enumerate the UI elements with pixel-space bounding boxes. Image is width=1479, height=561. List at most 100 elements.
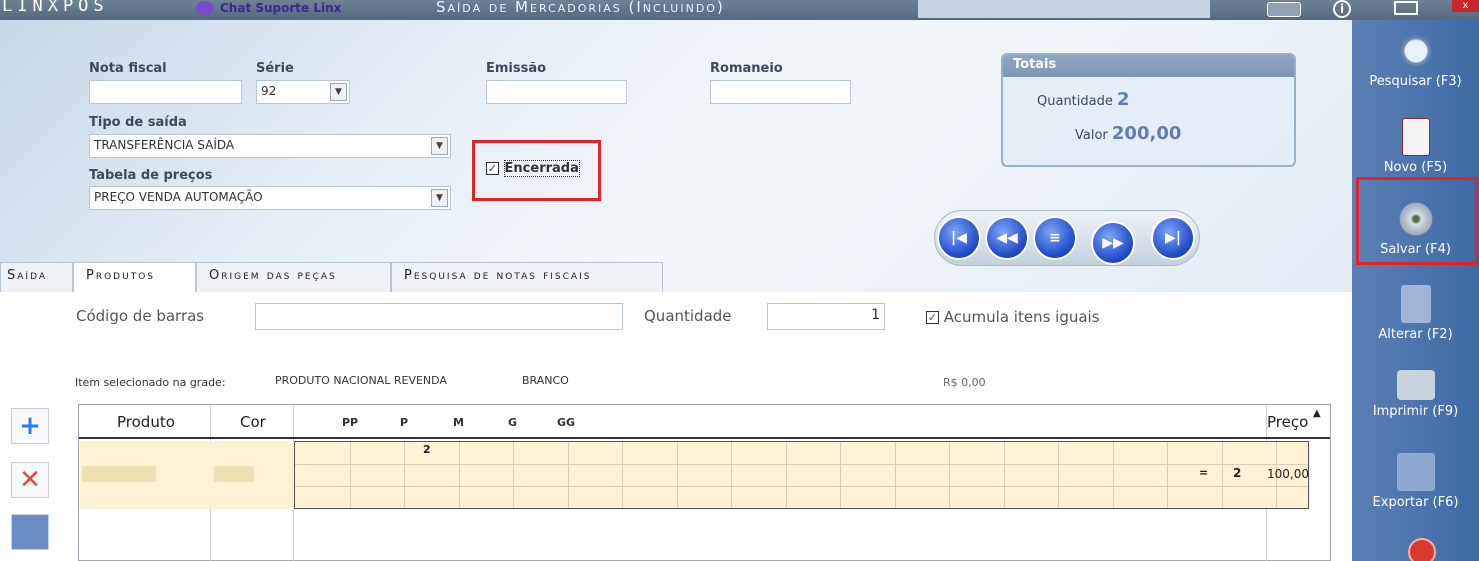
chat-bubble-icon bbox=[196, 1, 214, 15]
add-item-button[interactable]: + bbox=[11, 408, 49, 444]
codigo-barras-label: Código de barras bbox=[76, 307, 205, 325]
pesquisar-button[interactable]: Pesquisar (F3) bbox=[1352, 32, 1479, 89]
valor-label: Valor bbox=[1075, 128, 1108, 143]
size-grid-line bbox=[1003, 442, 1005, 508]
first-record-icon[interactable]: |◀ bbox=[937, 216, 981, 260]
size-grid-line bbox=[458, 442, 460, 508]
size-grid-line bbox=[1058, 442, 1059, 508]
exportar-button[interactable]: Exportar (F6) bbox=[1352, 453, 1479, 510]
keyboard-icon[interactable] bbox=[1267, 2, 1301, 17]
size-p-qty[interactable]: 2 bbox=[423, 443, 431, 456]
size-grid-line bbox=[731, 442, 732, 508]
header-preco[interactable]: Preço bbox=[1267, 413, 1308, 431]
romaneio-input[interactable] bbox=[710, 80, 851, 104]
header-size-p: P bbox=[400, 416, 409, 429]
serie-label: Série bbox=[256, 61, 294, 76]
totais-panel: Totais Quantidade 2 Valor 200,00 bbox=[1001, 53, 1296, 167]
size-grid-line bbox=[1221, 442, 1223, 508]
header-size-gg: GG bbox=[557, 416, 576, 429]
edit-icon bbox=[1400, 285, 1431, 323]
size-grid: 2 = 2 bbox=[294, 441, 1309, 509]
item-preco: R$ 0,00 bbox=[943, 376, 986, 389]
novo-button[interactable]: Novo (F5) bbox=[1352, 118, 1479, 175]
tab-origem-pecas[interactable]: Origem das peças bbox=[196, 262, 391, 292]
printer-icon bbox=[1396, 370, 1435, 400]
size-grid-line bbox=[295, 486, 1308, 487]
produto-cell bbox=[82, 466, 156, 482]
header-form: Nota fiscal Série 92 ▼ Emissão Romaneio … bbox=[0, 20, 1352, 292]
app-logo: LINXPOS bbox=[2, 0, 109, 16]
acumula-label: Acumula itens iguais bbox=[943, 308, 1100, 326]
image-item-button[interactable] bbox=[11, 514, 49, 550]
header-produto[interactable]: Produto bbox=[117, 413, 175, 431]
scroll-up-icon[interactable]: ▲ bbox=[1313, 408, 1321, 419]
nota-fiscal-label: Nota fiscal bbox=[89, 61, 167, 76]
tab-pesquisa-notas[interactable]: Pesquisa de notas fiscais bbox=[391, 262, 663, 292]
codigo-barras-input[interactable] bbox=[255, 303, 623, 330]
tipo-saida-select[interactable]: TRANSFERÊNCIA SAÍDA ▼ bbox=[89, 134, 451, 158]
window-title: Saída de Mercadorias (Incluindo) bbox=[436, 0, 725, 16]
size-grid-line bbox=[404, 442, 405, 508]
next-record-icon[interactable]: ▶▶ bbox=[1091, 221, 1135, 265]
chat-support-link[interactable]: Chat Suporte Linx bbox=[196, 1, 341, 15]
search-icon bbox=[1396, 32, 1435, 70]
emissao-label: Emissão bbox=[486, 61, 547, 76]
valor-value: 200,00 bbox=[1111, 123, 1182, 144]
size-grid-line bbox=[894, 442, 896, 508]
right-toolbar: Pesquisar (F3) Novo (F5) Salvar (F4) Alt… bbox=[1352, 20, 1479, 561]
tabela-precos-select[interactable]: PREÇO VENDA AUTOMAÇÃO ▼ bbox=[89, 186, 451, 210]
title-search-box[interactable] bbox=[918, 0, 1210, 18]
item-cor: BRANCO bbox=[522, 374, 569, 387]
quantidade-value: 2 bbox=[1117, 89, 1130, 110]
alterar-button[interactable]: Alterar (F2) bbox=[1352, 285, 1479, 342]
chevron-down-icon[interactable]: ▼ bbox=[330, 83, 347, 101]
grid-header: Produto Cor PP P M G GG Preço ▲ bbox=[79, 405, 1330, 439]
previous-record-icon[interactable]: ◀◀ bbox=[985, 216, 1029, 260]
header-size-g: G bbox=[508, 416, 518, 429]
title-bar: LINXPOS Chat Suporte Linx Saída de Merca… bbox=[0, 0, 1479, 20]
header-cor[interactable]: Cor bbox=[240, 413, 266, 431]
totais-title: Totais bbox=[1003, 55, 1294, 77]
remove-item-button[interactable]: ✕ bbox=[11, 462, 49, 498]
nota-fiscal-input[interactable] bbox=[89, 80, 242, 104]
row-preco: 100,00 bbox=[1267, 467, 1309, 481]
exportar-label: Exportar (F6) bbox=[1372, 495, 1459, 510]
cor-cell bbox=[214, 466, 254, 482]
imprimir-label: Imprimir (F9) bbox=[1372, 404, 1459, 419]
last-record-icon[interactable]: ▶| bbox=[1151, 216, 1195, 260]
table-row[interactable]: 2 = 2 100,00 bbox=[79, 441, 1310, 509]
tab-produtos[interactable]: Produtos bbox=[73, 262, 196, 292]
window-restore-icon[interactable] bbox=[1394, 1, 1418, 15]
size-grid-line bbox=[622, 442, 623, 508]
size-grid-line bbox=[1167, 442, 1168, 508]
chevron-down-icon[interactable]: ▼ bbox=[431, 189, 448, 207]
imprimir-button[interactable]: Imprimir (F9) bbox=[1352, 370, 1479, 419]
row-equals: = bbox=[1199, 466, 1209, 479]
alterar-label: Alterar (F2) bbox=[1378, 327, 1453, 342]
serie-select[interactable]: 92 ▼ bbox=[256, 80, 350, 104]
close-circle-icon[interactable] bbox=[1408, 538, 1436, 561]
novo-label: Novo (F5) bbox=[1383, 160, 1448, 175]
emissao-input[interactable] bbox=[486, 80, 627, 104]
size-grid-line bbox=[349, 442, 351, 508]
quantidade-label: Quantidade bbox=[644, 307, 732, 325]
quantidade-input[interactable]: 1 bbox=[767, 303, 885, 330]
info-icon[interactable]: i bbox=[1333, 0, 1351, 18]
tipo-saida-value: TRANSFERÊNCIA SAÍDA bbox=[94, 138, 235, 152]
close-button[interactable]: x bbox=[1452, 0, 1479, 12]
tab-saida[interactable]: Saída bbox=[0, 262, 73, 292]
size-grid-line bbox=[840, 442, 841, 508]
header-size-pp: PP bbox=[342, 416, 359, 429]
encerrada-highlight bbox=[472, 140, 601, 201]
chevron-down-icon[interactable]: ▼ bbox=[431, 137, 448, 155]
tabela-precos-label: Tabela de preços bbox=[89, 168, 213, 183]
checkbox-checked-icon[interactable]: ✓ bbox=[926, 311, 939, 324]
totais-valor: Valor 200,00 bbox=[1075, 123, 1181, 144]
acumula-checkbox[interactable]: ✓ Acumula itens iguais bbox=[926, 308, 1100, 326]
pesquisar-label: Pesquisar (F3) bbox=[1369, 74, 1462, 89]
salvar-highlight bbox=[1356, 177, 1478, 265]
size-grid-line bbox=[513, 442, 514, 508]
size-grid-line bbox=[785, 442, 787, 508]
current-record-icon[interactable]: ≡ bbox=[1033, 216, 1077, 260]
size-grid-line bbox=[295, 464, 1308, 465]
